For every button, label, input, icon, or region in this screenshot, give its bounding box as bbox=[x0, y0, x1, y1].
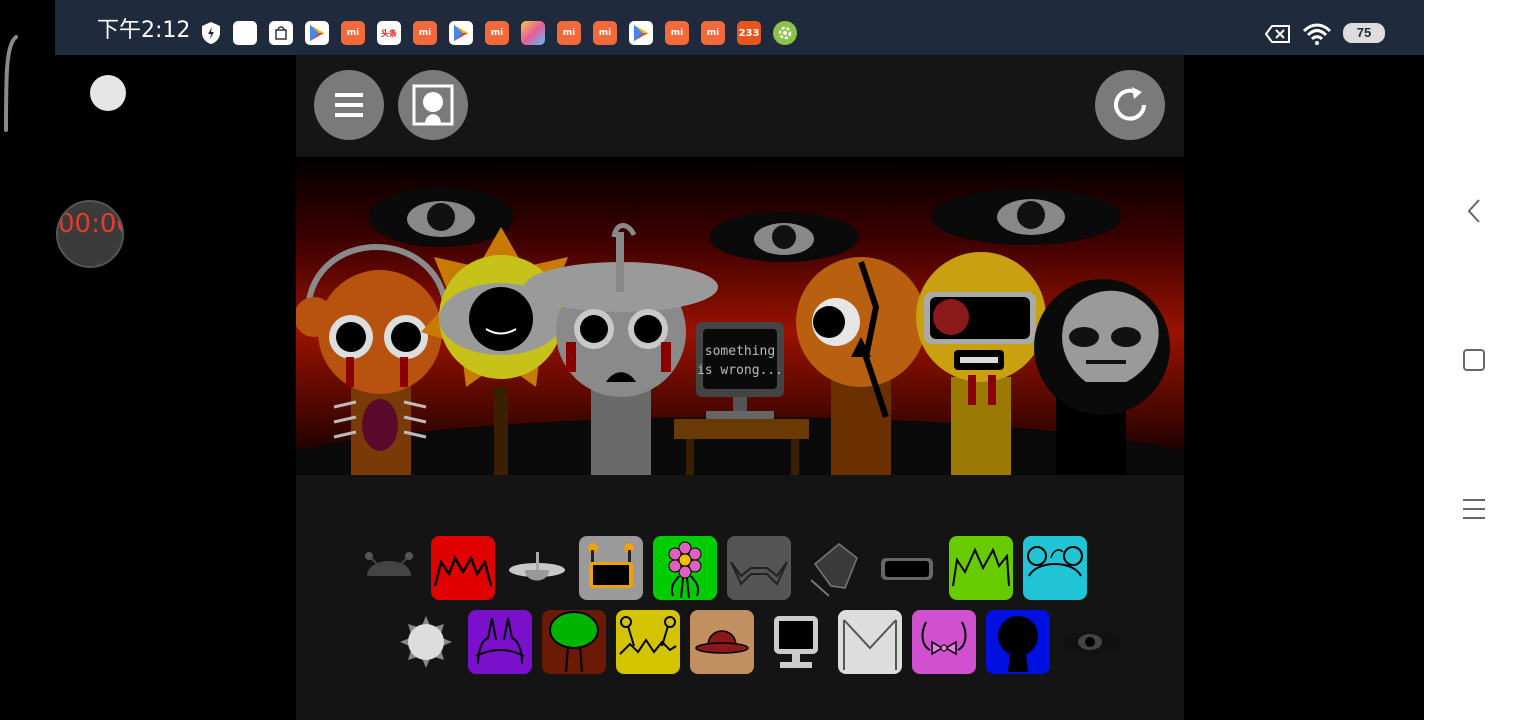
mi-icon: mi bbox=[413, 21, 437, 45]
toutiao-icon: 头条 bbox=[377, 21, 401, 45]
monitor-text-line1: something bbox=[705, 344, 775, 359]
233-icon: 233 bbox=[737, 21, 761, 45]
reset-icon bbox=[1114, 87, 1146, 121]
recording-timer[interactable]: 00:00 bbox=[56, 200, 124, 268]
sound-red-spikes[interactable] bbox=[431, 536, 495, 600]
play-icon bbox=[449, 21, 473, 45]
sound-antenna-head[interactable] bbox=[357, 536, 421, 600]
sound-hat-brown[interactable] bbox=[690, 610, 754, 674]
floating-eye-middle bbox=[709, 212, 859, 262]
battery-indicator: 75 bbox=[1343, 23, 1385, 43]
settings-icon bbox=[773, 21, 797, 45]
mi-store-icon bbox=[269, 21, 293, 45]
sound-robot-head[interactable] bbox=[579, 536, 643, 600]
recents-icon[interactable] bbox=[1462, 348, 1486, 377]
play-icon bbox=[629, 21, 653, 45]
floating-eye-left bbox=[369, 187, 513, 247]
sound-hat-disc[interactable] bbox=[505, 536, 569, 600]
edge-handle[interactable] bbox=[2, 35, 18, 135]
floating-ball[interactable] bbox=[90, 75, 126, 111]
play-icon bbox=[305, 21, 329, 45]
back-icon[interactable] bbox=[1466, 198, 1482, 229]
shield-icon bbox=[199, 21, 223, 45]
sound-green-spikes[interactable] bbox=[949, 536, 1013, 600]
sound-palette bbox=[296, 475, 1184, 720]
sound-flower[interactable] bbox=[653, 536, 717, 600]
mi-icon: mi bbox=[341, 21, 365, 45]
sound-sun-gear[interactable] bbox=[394, 610, 458, 674]
sound-visor[interactable] bbox=[875, 536, 939, 600]
status-time: 下午2:12 bbox=[97, 18, 191, 43]
stage: something is wrong... bbox=[296, 157, 1184, 475]
menu-lines-icon[interactable] bbox=[1462, 498, 1486, 525]
gallery-icon bbox=[521, 21, 545, 45]
reset-button[interactable] bbox=[1095, 70, 1165, 140]
no-sim-icon bbox=[1264, 24, 1291, 49]
sound-cat-ears[interactable] bbox=[727, 536, 791, 600]
floating-eye-right bbox=[931, 189, 1121, 245]
menu-icon bbox=[335, 93, 363, 117]
sound-teal-ears[interactable] bbox=[1023, 536, 1087, 600]
monitor-text-line2: is wrong... bbox=[697, 363, 783, 378]
portrait-button[interactable] bbox=[398, 70, 468, 140]
menu-button[interactable] bbox=[314, 70, 384, 140]
game-area: something is wrong... bbox=[296, 55, 1184, 720]
sound-tree[interactable] bbox=[542, 610, 606, 674]
mi-icon: mi bbox=[593, 21, 617, 45]
sound-envelope[interactable] bbox=[838, 610, 902, 674]
white-square-icon bbox=[233, 21, 257, 45]
portrait-icon bbox=[412, 84, 454, 126]
mi-icon: mi bbox=[557, 21, 581, 45]
navigation-bar bbox=[1424, 0, 1520, 720]
wifi-icon bbox=[1302, 23, 1332, 50]
sound-blue-silhouette[interactable] bbox=[986, 610, 1050, 674]
mi-icon: mi bbox=[701, 21, 725, 45]
sound-monitor[interactable] bbox=[764, 610, 828, 674]
sound-eye[interactable] bbox=[1060, 610, 1124, 674]
sound-pink-bow[interactable] bbox=[912, 610, 976, 674]
sound-purple-horns[interactable] bbox=[468, 610, 532, 674]
status-bar: 下午2:12 mi 头条 mi mi mi mi mi mi 233 75 bbox=[55, 0, 1424, 55]
mi-icon: mi bbox=[665, 21, 689, 45]
mi-icon: mi bbox=[485, 21, 509, 45]
sound-yellow-antenna[interactable] bbox=[616, 610, 680, 674]
sound-tilted-block[interactable] bbox=[801, 536, 865, 600]
